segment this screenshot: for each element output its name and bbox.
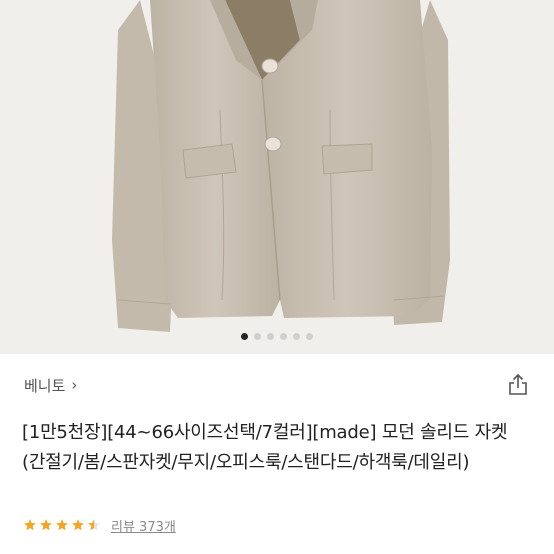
carousel-dot[interactable] <box>306 333 313 340</box>
carousel-dot[interactable] <box>267 333 274 340</box>
star-icon <box>72 519 84 531</box>
brand-row: 베니토 › <box>24 372 530 398</box>
brand-name: 베니토 <box>24 376 66 395</box>
carousel-dot[interactable] <box>254 333 261 340</box>
rating-row: 리뷰 373개 <box>23 514 176 536</box>
star-icon <box>40 519 52 531</box>
product-title: [1만5천장][44~66사이즈선택/7컬러][made] 모던 솔리드 자켓 … <box>22 422 508 473</box>
section-divider <box>0 353 554 354</box>
share-button[interactable] <box>506 373 530 397</box>
chevron-right-icon: › <box>71 376 78 394</box>
carousel-dot[interactable] <box>293 333 300 340</box>
carousel-indicator[interactable] <box>0 333 554 340</box>
share-icon <box>509 374 527 395</box>
brand-link[interactable]: 베니토 › <box>24 375 77 396</box>
product-image <box>0 0 554 353</box>
product-image-carousel[interactable] <box>0 0 554 353</box>
carousel-dot-active[interactable] <box>241 333 248 340</box>
product-page: 베니토 › [1만5천장][44~66사이즈선택/7컬러][made] 모던 솔… <box>0 0 554 554</box>
star-half-icon <box>88 519 100 531</box>
review-count-link[interactable]: 리뷰 373개 <box>111 516 176 535</box>
star-icon <box>56 519 68 531</box>
carousel-dot[interactable] <box>280 333 287 340</box>
star-icon <box>24 519 36 531</box>
